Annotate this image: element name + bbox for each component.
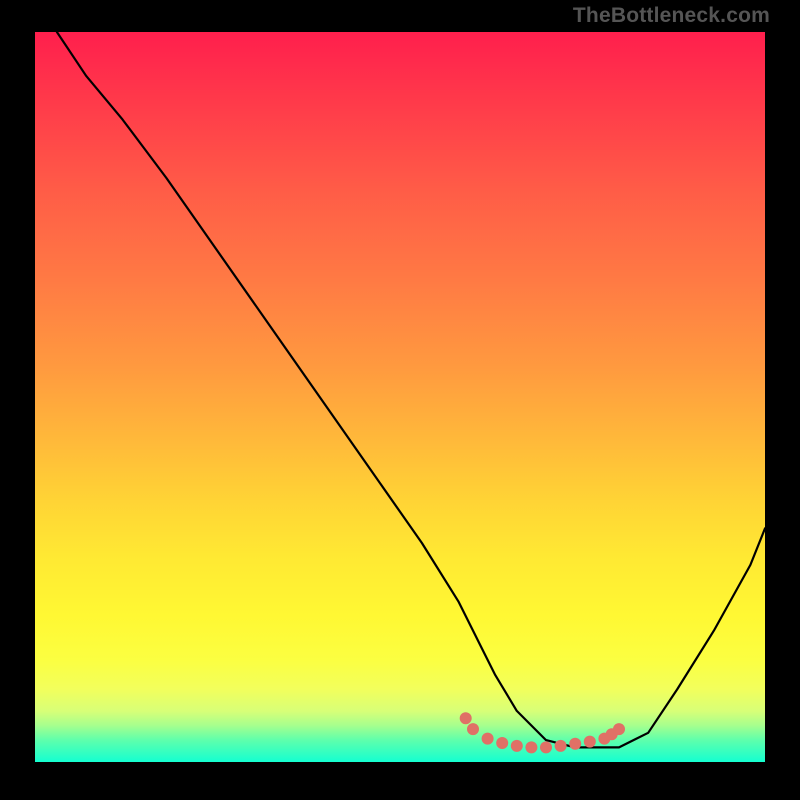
trough-marker — [525, 741, 537, 753]
curve-svg — [35, 32, 765, 762]
trough-marker — [555, 740, 567, 752]
trough-marker — [540, 741, 552, 753]
trough-marker — [584, 736, 596, 748]
watermark-label: TheBottleneck.com — [573, 4, 770, 28]
bottleneck-curve — [57, 32, 765, 747]
trough-marker — [613, 723, 625, 735]
trough-marker — [511, 740, 523, 752]
trough-marker — [598, 733, 610, 745]
trough-marker — [460, 712, 472, 724]
trough-marker — [496, 737, 508, 749]
trough-marker — [569, 738, 581, 750]
trough-marker — [467, 723, 479, 735]
trough-markers — [460, 712, 625, 753]
trough-marker — [482, 733, 494, 745]
plot-area — [35, 32, 765, 762]
trough-marker — [606, 728, 618, 740]
chart-container: TheBottleneck.com — [0, 0, 800, 800]
